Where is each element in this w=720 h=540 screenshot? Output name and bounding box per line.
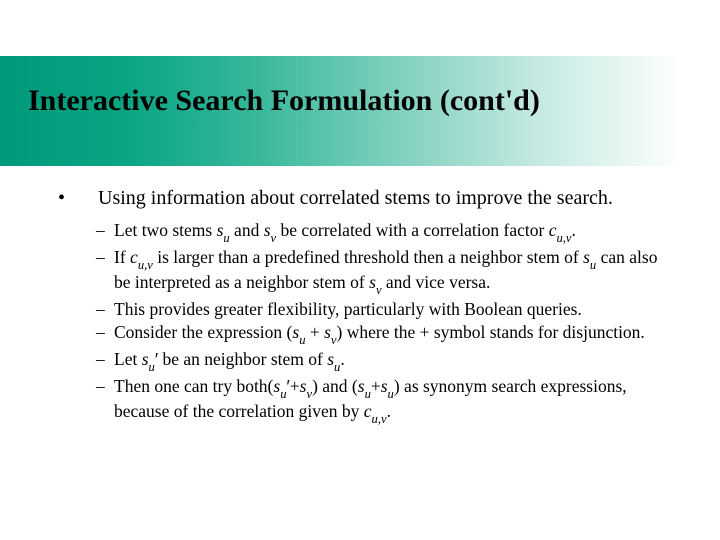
text: This provides greater flexibility, parti…	[114, 299, 582, 319]
text: If cu,v is larger than a predefined thre…	[114, 247, 657, 292]
bullet-item: • Using information about correlated ste…	[78, 186, 678, 210]
sub-item-e: – Let su′ be an neighbor stem of su.	[114, 349, 674, 374]
sub-item-a: – Let two stems su and sv be correlated …	[114, 220, 674, 245]
text: Let su′ be an neighbor stem of su.	[114, 349, 345, 369]
sub-item-f: – Then one can try both(su′+sv) and (su+…	[114, 376, 674, 426]
dash-icon: –	[96, 299, 105, 320]
sub-list: – Let two stems su and sv be correlated …	[114, 220, 674, 425]
slide: Interactive Search Formulation (cont'd) …	[0, 0, 720, 540]
bullet-icon: •	[58, 186, 65, 210]
text: Let two stems su and sv be correlated wi…	[114, 220, 576, 240]
slide-title: Interactive Search Formulation (cont'd)	[28, 84, 704, 119]
text: Then one can try both(su′+sv) and (su+su…	[114, 376, 627, 421]
dash-icon: –	[96, 220, 105, 241]
sub-item-d: – Consider the expression (su + sv) wher…	[114, 322, 674, 347]
sub-item-c: – This provides greater flexibility, par…	[114, 299, 674, 320]
dash-icon: –	[96, 322, 105, 343]
dash-icon: –	[96, 349, 105, 370]
dash-icon: –	[96, 376, 105, 397]
dash-icon: –	[96, 247, 105, 268]
slide-body: • Using information about correlated ste…	[78, 186, 678, 427]
sub-item-b: – If cu,v is larger than a predefined th…	[114, 247, 674, 297]
bullet-text: Using information about correlated stems…	[78, 186, 678, 210]
text: Consider the expression (su + sv) where …	[114, 322, 645, 342]
